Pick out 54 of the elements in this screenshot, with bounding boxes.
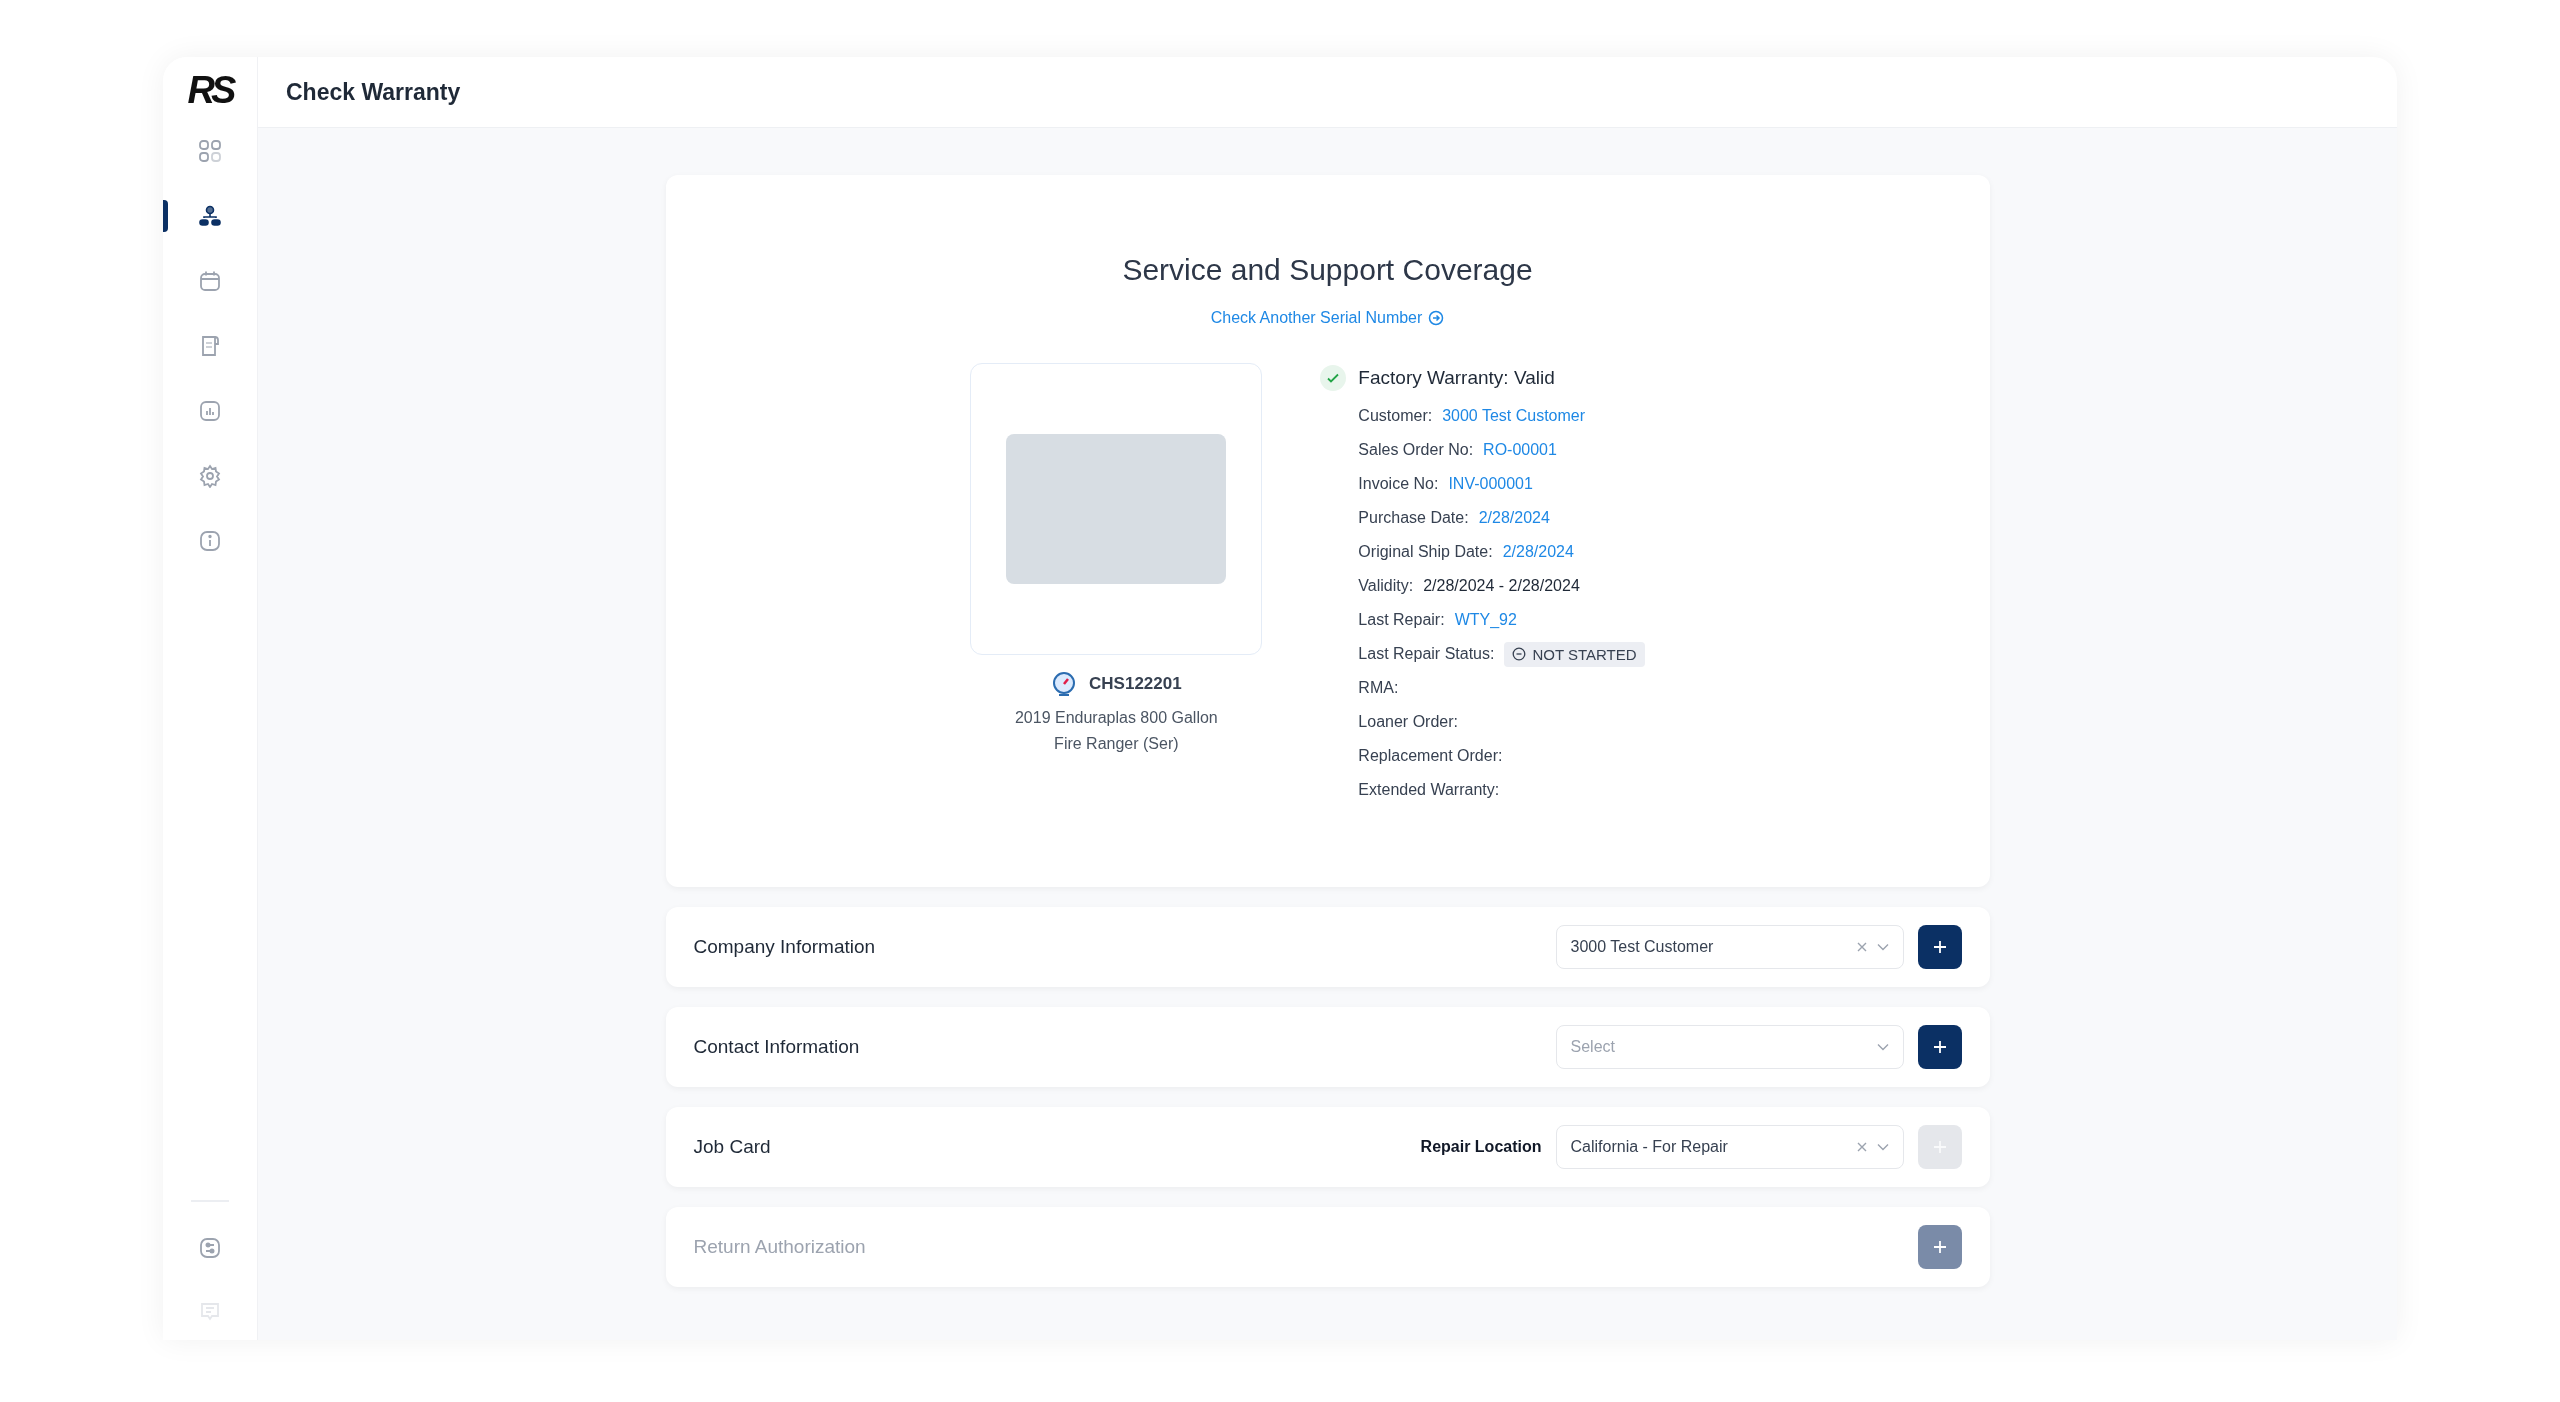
add-button[interactable] [1917,1025,1962,1069]
select-field[interactable]: 3000 Test Customer [1555,925,1904,969]
detail-label: Invoice No: [1358,475,1439,493]
detail-label: Extended Warranty: [1358,781,1500,799]
section-title: Job Card [693,1136,771,1158]
coverage-title: Service and Support Coverage [1122,253,1533,287]
section-title: Company Information [693,936,876,958]
select-field[interactable]: California - For Repair [1555,1125,1904,1169]
field-label: Repair Location [1420,1138,1542,1156]
section-title: Contact Information [693,1036,860,1058]
serial-number: CHS122201 [1089,674,1182,694]
chevron-down-icon [1876,943,1889,951]
detail-label: Replacement Order: [1358,747,1503,765]
hierarchy-icon [198,204,222,228]
arrow-circle-icon [1428,310,1445,326]
gauge-icon [1051,671,1078,697]
detail-label: Purchase Date: [1358,509,1469,527]
plus-icon [1932,940,1947,954]
clear-icon[interactable] [1856,1142,1867,1152]
grid-icon [198,139,222,163]
plus-icon [1932,1240,1947,1254]
detail-link[interactable]: INV-000001 [1448,475,1533,493]
logo: RS [187,71,233,109]
detail-label: Validity: [1358,577,1414,595]
check-serial-link[interactable]: Check Another Serial Number [1210,309,1445,327]
clear-icon[interactable] [1856,942,1867,952]
chevron-down-icon [1876,1143,1889,1151]
section-title: Return Authorization [693,1236,866,1258]
status-badge: NOT STARTED [1504,641,1645,667]
detail-link[interactable]: 3000 Test Customer [1442,407,1586,425]
plus-icon [1932,1040,1947,1054]
product-description: 2019 Enduraplas 800 Gallon Fire Ranger (Ser) [1013,708,1219,754]
detail-label: Sales Order No: [1358,441,1474,459]
detail-link[interactable]: RO-00001 [1483,441,1557,459]
detail-label: Customer: [1358,407,1433,425]
detail-link[interactable]: WTY_92 [1454,611,1517,629]
add-button[interactable] [1917,925,1962,969]
info-icon [198,529,222,553]
detail-label: Original Ship Date: [1358,543,1493,561]
bar-chart-icon [198,399,222,423]
page-title: Check Warranty [286,78,461,106]
warranty-status: Factory Warranty: Valid [1358,367,1555,389]
detail-label: RMA: [1358,679,1399,697]
detail-label: Loaner Order: [1358,713,1458,731]
settings-icon [198,464,222,488]
detail-value: 2/28/2024 - 2/28/2024 [1423,577,1580,595]
select-field[interactable]: Select [1555,1025,1904,1069]
chevron-down-icon [1876,1043,1889,1051]
sliders-icon [198,1236,222,1260]
detail-link[interactable]: 2/28/2024 [1478,509,1550,527]
detail-label: Last Repair: [1358,611,1445,629]
detail-label: Last Repair Status: [1358,645,1495,663]
detail-link[interactable]: 2/28/2024 [1502,543,1574,561]
calendar-icon [198,269,222,293]
